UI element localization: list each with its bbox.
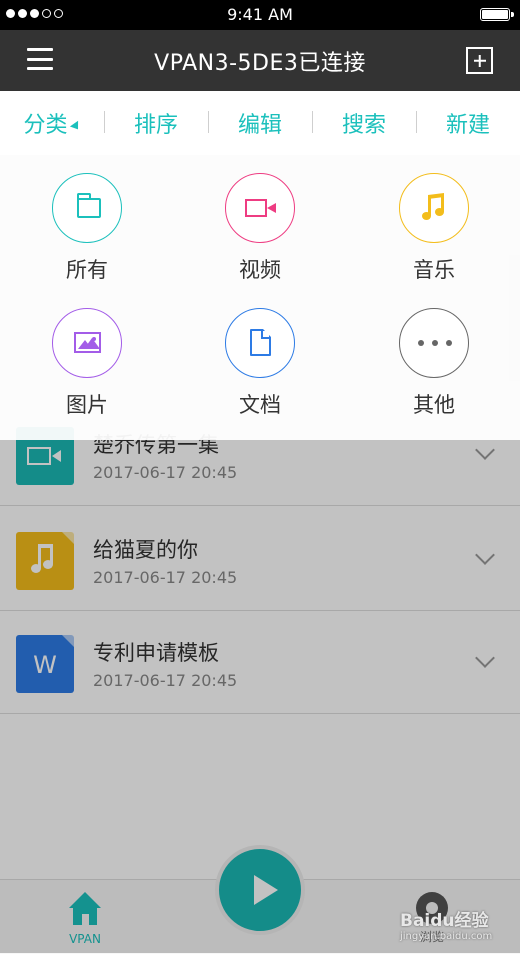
video-icon [225,173,295,243]
page-title: VPAN3-5DE3已连接 [154,51,366,76]
category-video[interactable]: 视频 [190,173,330,284]
watermark: Baidu经验 jingyan.baidu.com [396,904,520,953]
document-icon [225,308,295,378]
watermark-url: jingyan.baidu.com [400,931,493,942]
category-document[interactable]: 文档 [190,308,330,419]
category-image-label: 图片 [66,393,108,417]
more-icon [399,308,469,378]
category-image[interactable]: 图片 [17,308,157,419]
status-bar: 9:41 AM [0,0,520,30]
folder-icon [52,173,122,243]
category-video-label: 视频 [239,258,281,282]
tab-category-label: 分类 [23,113,68,138]
category-all-label: 所有 [66,258,108,282]
watermark-brand: Baidu经验 [400,911,489,931]
category-all[interactable]: 所有 [17,173,157,284]
category-other[interactable]: 其他 [364,308,504,419]
category-music-label: 音乐 [413,258,455,282]
category-other-label: 其他 [413,393,455,417]
nav-bar: VPAN3-5DE3已连接 [0,30,520,91]
music-icon [399,173,469,243]
image-icon [52,308,122,378]
category-document-label: 文档 [239,393,281,417]
toolbar: 分类 排序 编辑 搜索 新建 [0,91,520,155]
tab-new[interactable]: 新建 [416,107,520,139]
category-music[interactable]: 音乐 [364,173,504,284]
add-icon[interactable] [466,47,493,74]
category-dropdown: 所有 视频 音乐 图片 文档 其他 [0,155,520,440]
tab-search[interactable]: 搜索 [312,107,416,139]
dropdown-arrow-icon [69,120,82,132]
tab-edit[interactable]: 编辑 [208,107,312,139]
status-time: 9:41 AM [227,5,293,24]
tab-sort[interactable]: 排序 [104,107,208,139]
battery-icon [480,8,514,21]
tab-category[interactable]: 分类 [0,107,104,139]
